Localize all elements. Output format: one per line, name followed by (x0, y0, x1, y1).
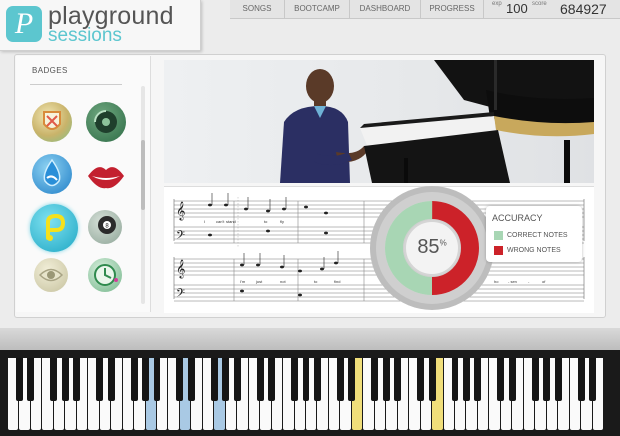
eye-badge-icon[interactable] (34, 258, 68, 292)
piano-black-key[interactable] (176, 358, 184, 402)
lyric: to (264, 219, 268, 224)
instructor-figure (280, 69, 368, 183)
piano-black-key[interactable] (554, 358, 562, 402)
svg-text:𝄞: 𝄞 (176, 201, 185, 221)
svg-text:𝄞: 𝄞 (176, 259, 185, 279)
piano-black-key[interactable] (222, 358, 230, 402)
piano-black-key[interactable] (142, 358, 149, 402)
nav-dashboard[interactable]: DASHBOARD (350, 0, 421, 18)
piano-black-key[interactable] (314, 358, 321, 402)
lyric: I (204, 219, 206, 224)
lyric: not (280, 279, 286, 284)
piano-black-key[interactable] (336, 358, 344, 402)
piano-black-key[interactable] (27, 358, 35, 402)
vinyl-badge-icon[interactable] (86, 102, 126, 142)
lyric: of (542, 279, 546, 284)
piano-black-key[interactable] (577, 358, 585, 402)
wrong-notes-swatch (494, 246, 503, 255)
lyric: fly (280, 219, 284, 224)
piano-black-key[interactable] (531, 358, 539, 402)
nav-songs[interactable]: SONGS (230, 0, 285, 18)
accuracy-title: ACCURACY (492, 213, 543, 223)
piano-black-key[interactable] (210, 358, 218, 402)
piano-black-key[interactable] (153, 358, 161, 402)
logo-text-sessions: sessions (48, 25, 122, 46)
badges-divider (30, 84, 122, 85)
piano-black-key[interactable] (256, 358, 264, 402)
piano-black-key[interactable] (291, 358, 298, 402)
lyric: stand (226, 219, 236, 224)
exp-value: 100 (506, 1, 528, 16)
piano-black-key[interactable] (302, 358, 310, 402)
piano-black-key[interactable] (589, 358, 596, 402)
lyric: - sen (508, 279, 517, 284)
piano-black-key[interactable] (348, 358, 356, 402)
lyric: I'm (240, 279, 246, 284)
piano-black-key[interactable] (451, 358, 459, 402)
score-value: 684927 (560, 1, 607, 17)
svg-text:𝄢: 𝄢 (176, 287, 185, 303)
piano-black-key[interactable] (474, 358, 482, 402)
piano-keys[interactable] (8, 358, 604, 430)
piano-black-key[interactable] (130, 358, 138, 402)
svg-text:𝄢: 𝄢 (176, 229, 185, 245)
wrong-notes-label: WRONG NOTES (507, 247, 561, 254)
lyric: to (314, 279, 318, 284)
piano-black-key[interactable] (508, 358, 516, 402)
logo-badge-icon[interactable] (30, 204, 78, 252)
clock-badge-icon[interactable] (88, 258, 122, 292)
lyric: - (528, 279, 530, 284)
lips-badge-icon[interactable] (84, 156, 124, 196)
water-drop-badge-icon[interactable] (32, 154, 72, 194)
piano-black-key[interactable] (543, 358, 551, 402)
piano-black-key[interactable] (73, 358, 81, 402)
exp-label: exp (492, 1, 502, 7)
piano-black-key[interactable] (50, 358, 58, 402)
accuracy-percent: 85% (417, 236, 447, 258)
correct-notes-label: CORRECT NOTES (507, 232, 568, 239)
piano-black-key[interactable] (417, 358, 425, 402)
lyric: ho (494, 279, 499, 284)
nav-bootcamp[interactable]: BOOTCAMP (285, 0, 350, 18)
correct-notes-swatch (494, 231, 503, 240)
lesson-video[interactable] (164, 60, 594, 183)
badges-title: BADGES (32, 66, 68, 75)
lyric: just (256, 279, 263, 284)
piano-black-key[interactable] (394, 358, 402, 402)
logo-mark-icon: P (6, 6, 42, 42)
piano-black-key[interactable] (61, 358, 69, 402)
piano-black-key[interactable] (268, 358, 276, 402)
piano-black-key[interactable] (428, 358, 436, 402)
badges-scroll-thumb[interactable] (141, 140, 145, 210)
piano-black-key[interactable] (233, 358, 241, 402)
crest-badge-icon[interactable] (32, 102, 72, 142)
piano-black-key[interactable] (497, 358, 505, 402)
lyric: can't (216, 219, 225, 224)
grand-piano-image (360, 60, 594, 183)
piano-black-key[interactable] (463, 358, 470, 402)
lyric: find (334, 279, 341, 284)
piano-black-key[interactable] (107, 358, 115, 402)
piano-black-key[interactable] (96, 358, 104, 402)
piano-black-key[interactable] (371, 358, 379, 402)
piano-top-bar (0, 328, 620, 350)
piano-black-key[interactable] (16, 358, 23, 402)
score-label: score (532, 1, 547, 7)
piano-black-key[interactable] (187, 358, 195, 402)
nav-progress[interactable]: PROGRESS (421, 0, 484, 18)
piano-black-key[interactable] (382, 358, 390, 402)
eight-ball-badge-icon[interactable]: 8 (88, 210, 122, 244)
